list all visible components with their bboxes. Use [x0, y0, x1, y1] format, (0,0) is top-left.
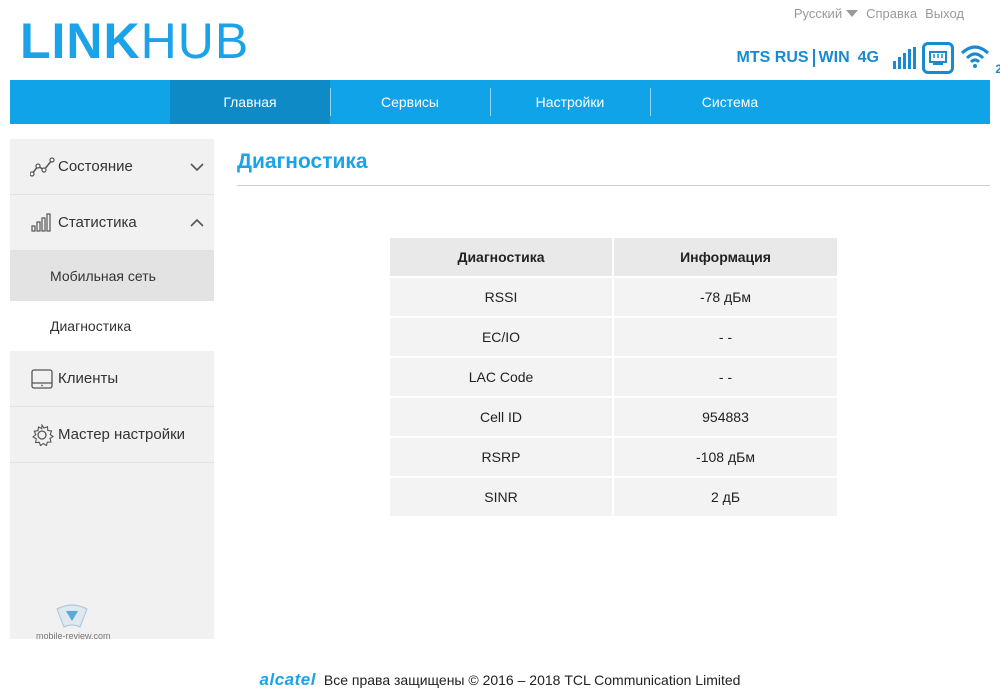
diagnostics-table: Диагностика Информация RSSI -78 дБм EC/I…	[390, 238, 837, 518]
main-nav: Главная Сервисы Настройки Система	[10, 80, 990, 124]
lan-icon	[922, 42, 954, 74]
signal-strength-icon	[893, 47, 916, 69]
language-label: Русский	[793, 6, 843, 21]
table-row: RSSI -78 дБм	[390, 278, 837, 318]
column-header: Информация	[614, 238, 837, 278]
sidebar-subitem-mobile-network[interactable]: Мобильная сеть	[10, 251, 214, 301]
bar-chart-icon	[30, 212, 56, 233]
table-row: Cell ID 954883	[390, 398, 837, 438]
watermark: mobile-review.com	[36, 601, 111, 641]
sidebar-item-label: Статистика	[58, 214, 137, 231]
watermark-text: mobile-review.com	[36, 631, 111, 641]
table-cell-param: RSRP	[390, 438, 614, 478]
wifi-client-count: 2	[995, 61, 1000, 76]
sidebar-subitem-diagnostics[interactable]: Диагностика	[10, 301, 214, 351]
sidebar-item-label: Клиенты	[58, 370, 119, 387]
table-row: RSRP -108 дБм	[390, 438, 837, 478]
top-links: Русский Справка Выход	[794, 6, 964, 21]
line-chart-icon	[30, 156, 56, 177]
table-cell-param: SINR	[390, 478, 614, 518]
linkhub-logo: LINKHUB	[20, 16, 249, 66]
chevron-down-icon	[846, 10, 859, 17]
table-cell-value: 954883	[614, 398, 837, 438]
device-icon	[30, 368, 56, 389]
logout-link[interactable]: Выход	[925, 6, 964, 21]
chevron-up-icon	[190, 215, 204, 232]
table-cell-param: Cell ID	[390, 398, 614, 438]
sidebar-item-status[interactable]: Состояние	[10, 139, 214, 195]
table-row: EC/IO - -	[390, 318, 837, 358]
sidebar-item-clients[interactable]: Клиенты	[10, 351, 214, 407]
help-link[interactable]: Справка	[866, 6, 917, 21]
network-type: 4G	[857, 49, 879, 66]
table-cell-param: EC/IO	[390, 318, 614, 358]
column-header: Диагностика	[390, 238, 614, 278]
table-cell-value: - -	[614, 318, 837, 358]
table-cell-value: - -	[614, 358, 837, 398]
logo-bold: LINK	[20, 13, 141, 69]
alcatel-logo: alcatel	[259, 670, 316, 689]
table-row: SINR 2 дБ	[390, 478, 837, 518]
sidebar-item-label: Состояние	[58, 158, 133, 175]
table-cell-param: RSSI	[390, 278, 614, 318]
logo-light: HUB	[140, 13, 250, 69]
gear-icon	[30, 423, 56, 446]
table-cell-value: 2 дБ	[614, 478, 837, 518]
sidebar: Состояние Статистика Мобильная сеть Диаг…	[10, 139, 214, 641]
wan-label: WIN	[818, 49, 850, 66]
table-cell-param: LAC Code	[390, 358, 614, 398]
status-bar: MTS RUS WIN 4G 2	[736, 42, 1000, 76]
tab-settings[interactable]: Настройки	[490, 80, 650, 124]
footer: alcatel Все права защищены © 2016 – 2018…	[0, 670, 1000, 690]
table-row: LAC Code - -	[390, 358, 837, 398]
tab-services[interactable]: Сервисы	[330, 80, 490, 124]
wifi-icon: 2	[960, 43, 1000, 76]
operator-name: MTS RUS	[736, 49, 809, 66]
table-header-row: Диагностика Информация	[390, 238, 837, 278]
language-selector[interactable]: Русский	[793, 6, 859, 21]
status-separator	[812, 49, 815, 67]
sidebar-item-wizard[interactable]: Мастер настройки	[10, 407, 214, 463]
sidebar-item-label: Мастер настройки	[58, 426, 186, 443]
copyright-text: Все права защищены © 2016 – 2018 TCL Com…	[323, 672, 741, 688]
table-cell-value: -108 дБм	[614, 438, 837, 478]
tab-system[interactable]: Система	[650, 80, 810, 124]
watermark-logo-icon	[56, 604, 88, 628]
sidebar-item-statistics[interactable]: Статистика	[10, 195, 214, 251]
table-cell-value: -78 дБм	[614, 278, 837, 318]
page-title: Диагностика	[237, 150, 368, 173]
tab-home[interactable]: Главная	[170, 80, 330, 124]
title-divider	[237, 185, 990, 186]
chevron-down-icon	[190, 159, 204, 176]
